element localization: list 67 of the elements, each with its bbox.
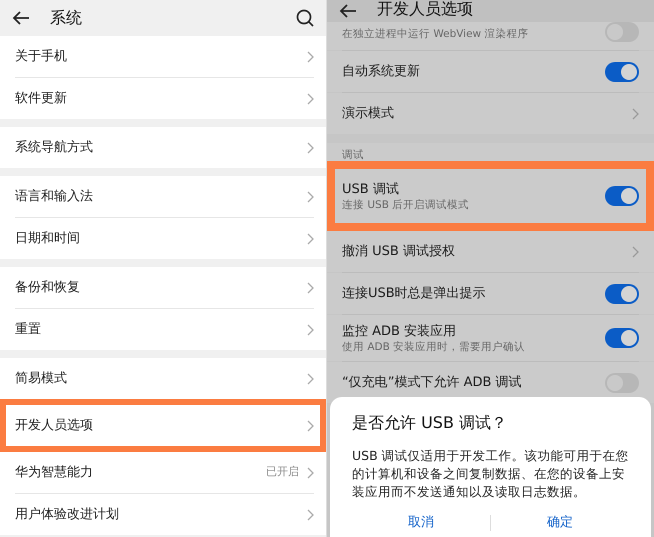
settings-item[interactable]: 在独立进程中运行 WebView 渲染程序 <box>327 22 654 50</box>
settings-item[interactable]: 日期和时间 <box>0 218 326 259</box>
confirm-button[interactable]: 确定 <box>491 509 629 536</box>
settings-item[interactable]: 华为智慧能力 已开启 <box>0 452 326 493</box>
cancel-button[interactable]: 取消 <box>352 509 490 536</box>
back-arrow-icon[interactable] <box>339 4 357 18</box>
chevron-icon <box>632 246 639 258</box>
item-label: 语言和输入法 <box>15 188 94 206</box>
item-label: 自动系统更新 <box>342 63 421 80</box>
dialog-title: 是否允许 USB 调试？ <box>352 412 508 434</box>
toggle-switch[interactable] <box>605 62 639 82</box>
back-arrow-icon[interactable] <box>12 11 30 25</box>
item-label: 开发人员选项 <box>15 416 94 435</box>
settings-item[interactable]: 备份和恢复 <box>0 267 326 308</box>
chevron-icon <box>307 508 314 520</box>
search-icon[interactable] <box>296 9 314 27</box>
settings-item[interactable]: USB 调试 连接 USB 后开启调试模式 <box>335 169 646 223</box>
settings-item[interactable]: 用户体验改进计划 <box>0 494 326 535</box>
section-header: 调试 <box>342 148 365 161</box>
settings-item[interactable]: 开发人员选项 <box>6 405 320 446</box>
chevron-icon <box>307 282 314 294</box>
toggle-switch[interactable] <box>605 284 639 304</box>
settings-item[interactable]: 语言和输入法 <box>0 176 326 217</box>
settings-item[interactable]: 重置 <box>0 309 326 350</box>
chevron-icon <box>307 92 314 104</box>
item-label: 华为智慧能力 <box>15 464 94 482</box>
chevron-icon <box>632 108 639 120</box>
item-subtitle: 使用 ADB 安装应用时，需要用户确认 <box>342 340 526 354</box>
item-subtitle: 连接 USB 后开启调试模式 <box>342 198 470 212</box>
settings-item[interactable]: 自动系统更新 <box>327 51 654 92</box>
settings-item[interactable]: 系统导航方式 <box>0 127 326 168</box>
toggle-switch[interactable] <box>605 186 639 206</box>
settings-item[interactable]: 演示模式 <box>327 93 654 134</box>
settings-item[interactable]: 连接USB时总是弹出提示 <box>327 273 654 314</box>
item-label: 日期和时间 <box>15 230 81 248</box>
item-label: 备份和恢复 <box>15 278 81 297</box>
dialog-message: USB 调试仅适用于开发工作。该功能可用于在您的计算机和设备之间复制数据、在您的设备上安装应用而不发送通知以及读取日志数据。 <box>352 447 629 501</box>
item-label: 监控 ADB 安装应用 <box>342 322 458 340</box>
item-label: 简易模式 <box>15 370 68 388</box>
settings-item[interactable]: 简易模式 <box>0 358 326 399</box>
chevron-icon <box>307 142 314 154</box>
settings-item[interactable]: 撤消 USB 调试授权 <box>327 231 654 272</box>
item-label: “仅充电”模式下允许 ADB 调试 <box>342 374 523 391</box>
settings-item[interactable]: 监控 ADB 安装应用 使用 ADB 安装应用时，需要用户确认 <box>327 315 654 361</box>
screen-title: 开发人员选项 <box>377 0 473 18</box>
chevron-icon <box>307 466 314 478</box>
item-value: 已开启 <box>266 464 299 480</box>
item-label: 用户体验改进计划 <box>15 506 120 524</box>
item-label: 软件更新 <box>15 90 68 108</box>
chevron-icon <box>307 232 314 244</box>
item-label: 连接USB时总是弹出提示 <box>342 285 487 302</box>
item-label: 撤消 USB 调试授权 <box>342 243 456 260</box>
screen-title: 系统 <box>50 7 82 29</box>
settings-item[interactable]: 软件更新 <box>0 78 326 119</box>
item-label: 重置 <box>15 320 42 339</box>
chevron-icon <box>307 50 314 62</box>
chevron-icon <box>307 190 314 202</box>
chevron-icon <box>307 420 314 432</box>
item-label: 系统导航方式 <box>15 138 94 157</box>
chevron-icon <box>307 324 314 336</box>
chevron-icon <box>307 372 314 384</box>
item-subtitle: 在独立进程中运行 WebView 渲染程序 <box>342 26 530 40</box>
item-label: 演示模式 <box>342 105 395 122</box>
toggle-switch[interactable] <box>605 328 639 348</box>
item-label: USB 调试 <box>342 180 400 198</box>
settings-item[interactable]: 关于手机 <box>0 36 326 77</box>
item-label: 关于手机 <box>15 48 68 66</box>
